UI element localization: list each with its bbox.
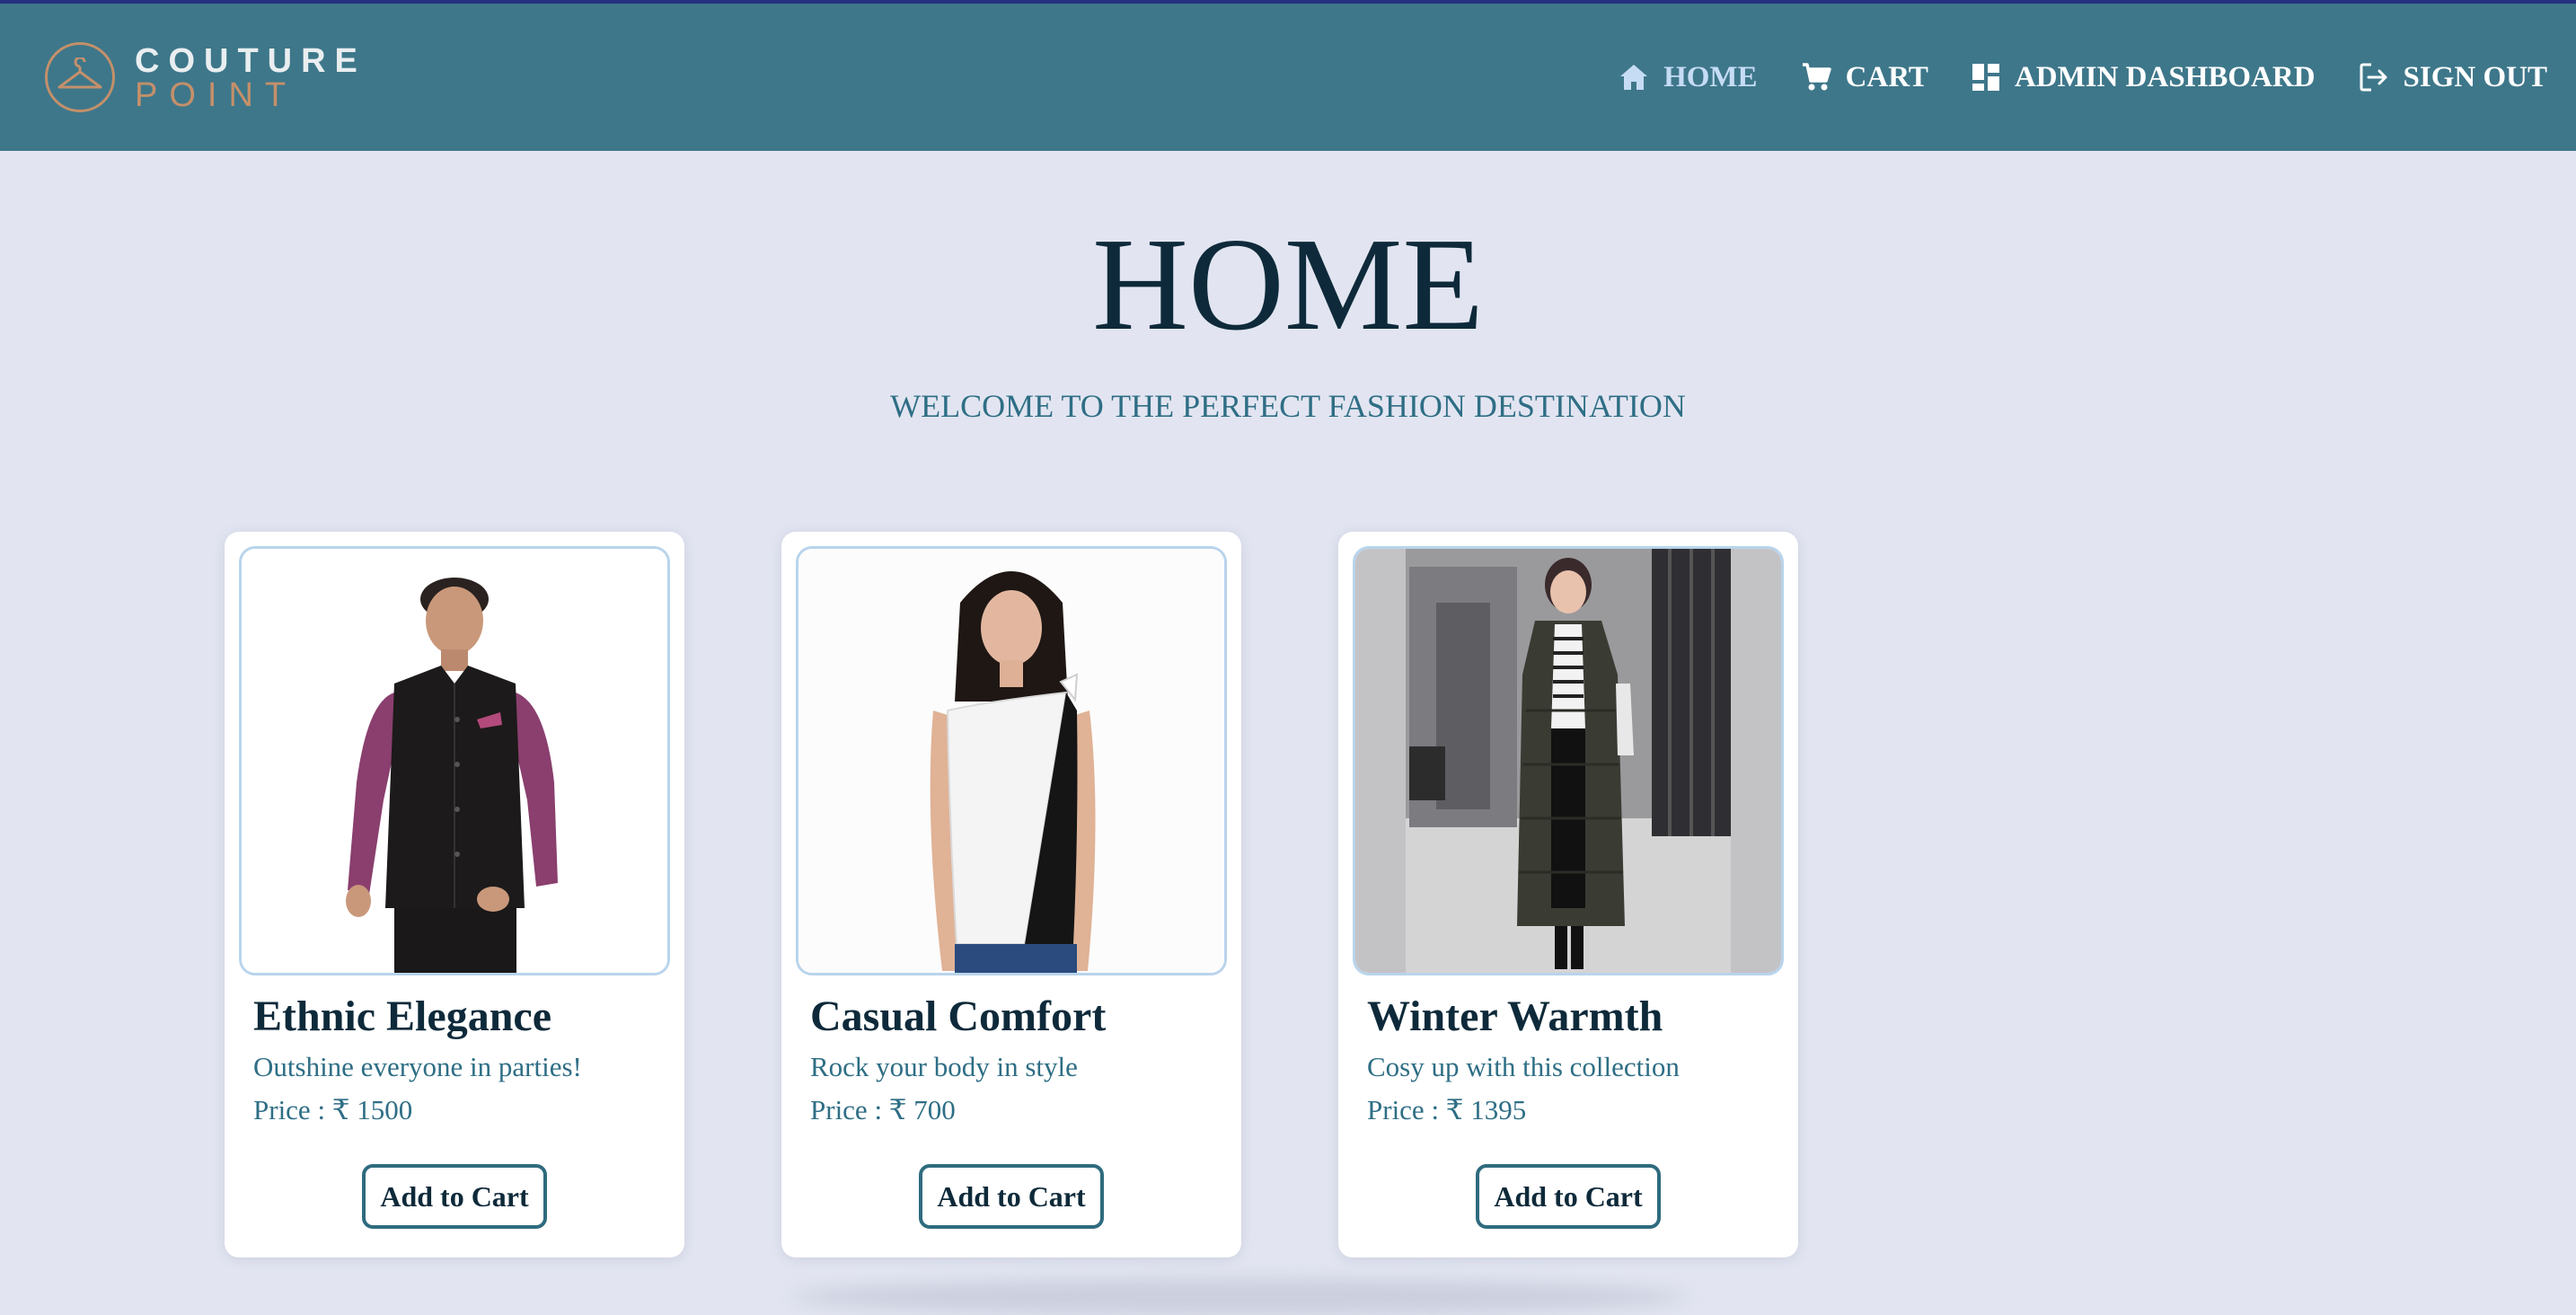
nav-cart-label: CART bbox=[1845, 60, 1928, 93]
nav-sign-out[interactable]: SIGN OUT bbox=[2359, 61, 2547, 94]
nav-signout-label: SIGN OUT bbox=[2403, 60, 2547, 93]
product-price: Price : ₹ 700 bbox=[810, 1094, 956, 1125]
brand-name-line2: POINT bbox=[135, 76, 298, 114]
product-description: Outshine everyone in parties! bbox=[253, 1051, 582, 1082]
navbar: COUTURE POINT HOME CART ADMIN DASHBOARD … bbox=[0, 4, 2576, 151]
nav-home[interactable]: HOME bbox=[1619, 61, 1758, 94]
nav-admin-dashboard[interactable]: ADMIN DASHBOARD bbox=[1972, 61, 2316, 94]
product-description: Cosy up with this collection bbox=[1367, 1051, 1680, 1082]
product-name: Winter Warmth bbox=[1367, 993, 1663, 1040]
product-name: Ethnic Elegance bbox=[253, 993, 551, 1040]
page-bottom-shadow bbox=[790, 1279, 1689, 1315]
home-icon bbox=[1620, 65, 1648, 90]
product-price: Price : ₹ 1395 bbox=[1367, 1094, 1527, 1125]
product-card: Winter Warmth Cosy up with this collecti… bbox=[1338, 532, 1798, 1258]
page-title: HOME bbox=[1092, 211, 1484, 358]
product-card: Casual Comfort Rock your body in style P… bbox=[781, 532, 1241, 1258]
add-to-cart-button[interactable]: Add to Cart bbox=[919, 1164, 1104, 1229]
product-image[interactable] bbox=[796, 546, 1227, 975]
product-card: Ethnic Elegance Outshine everyone in par… bbox=[225, 532, 684, 1258]
nav-admin-label: ADMIN DASHBOARD bbox=[2014, 60, 2316, 93]
cart-icon bbox=[1802, 63, 1831, 91]
sign-out-icon bbox=[2360, 63, 2387, 92]
hanger-icon bbox=[45, 42, 115, 112]
brand-name-line1: COUTURE bbox=[135, 42, 366, 80]
add-to-cart-button[interactable]: Add to Cart bbox=[362, 1164, 547, 1229]
add-to-cart-button[interactable]: Add to Cart bbox=[1476, 1164, 1661, 1229]
product-name: Casual Comfort bbox=[810, 993, 1107, 1040]
product-description: Rock your body in style bbox=[810, 1051, 1078, 1082]
product-image[interactable] bbox=[1353, 546, 1784, 975]
page-subtitle: WELCOME TO THE PERFECT FASHION DESTINATI… bbox=[890, 388, 1686, 424]
product-price: Price : ₹ 1500 bbox=[253, 1094, 413, 1125]
nav-cart[interactable]: CART bbox=[1801, 61, 1928, 94]
brand-logo[interactable]: COUTURE POINT bbox=[45, 40, 357, 117]
main-nav: HOME CART ADMIN DASHBOARD SIGN OUT bbox=[1575, 4, 2547, 151]
product-image[interactable] bbox=[239, 546, 670, 975]
dashboard-icon bbox=[1972, 64, 1999, 91]
nav-home-label: HOME bbox=[1663, 60, 1758, 93]
